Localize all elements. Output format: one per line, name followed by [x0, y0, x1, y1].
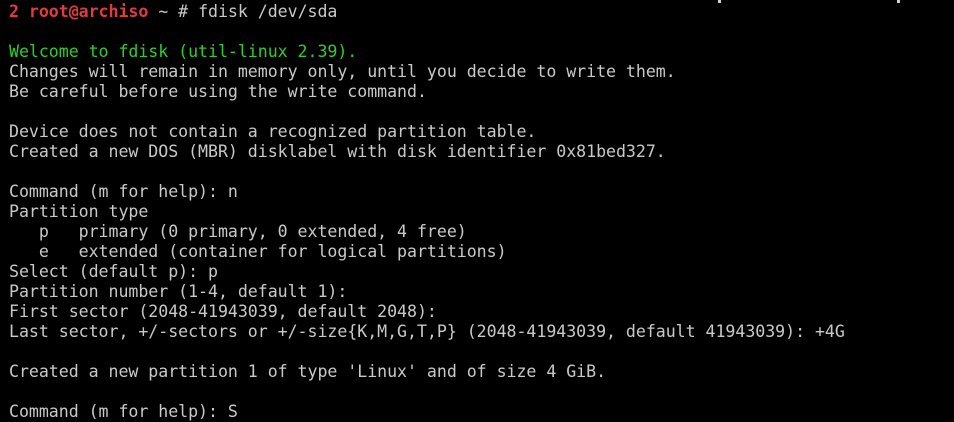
partition-created-message: Created a new partition 1 of type 'Linux…	[9, 362, 607, 381]
partition-type-header: Partition type	[9, 202, 149, 221]
current-command-text: Command (m for help): S	[9, 402, 238, 421]
terminal-window[interactable]: 2 root@archiso ~ # fdisk /dev/sda Welcom…	[0, 0, 954, 422]
last-sector-prompt: Last sector, +/-sectors or +/-size{K,M,G…	[9, 322, 845, 341]
prompt-user-host: root@archiso	[28, 2, 149, 21]
no-partition-table-message: Device does not contain a recognized par…	[9, 122, 537, 141]
prompt-path-symbol: ~ #	[148, 2, 199, 21]
partition-type-extended: e extended (container for logical partit…	[9, 242, 507, 261]
command-prompt-current[interactable]: Command (m for help): S	[9, 402, 238, 422]
top-edge-marker	[897, 0, 900, 3]
partition-type-primary: p primary (0 primary, 0 extended, 4 free…	[9, 222, 467, 241]
careful-notice: Be careful before using the write comman…	[9, 82, 427, 101]
exit-code: 2	[9, 2, 19, 21]
shell-prompt-line: 2 root@archiso ~ # fdisk /dev/sda	[9, 2, 337, 22]
fdisk-welcome: Welcome to fdisk (util-linux 2.39).	[9, 42, 358, 61]
select-type-prompt: Select (default p): p	[9, 262, 218, 281]
shell-command: fdisk /dev/sda	[198, 2, 338, 21]
command-prompt-new: Command (m for help): n	[9, 182, 238, 201]
disklabel-created-message: Created a new DOS (MBR) disklabel with d…	[9, 142, 666, 161]
memory-notice: Changes will remain in memory only, unti…	[9, 62, 676, 81]
top-edge-marker	[718, 0, 721, 3]
first-sector-prompt: First sector (2048-41943039, default 204…	[9, 302, 437, 321]
partition-number-prompt: Partition number (1-4, default 1):	[9, 282, 348, 301]
